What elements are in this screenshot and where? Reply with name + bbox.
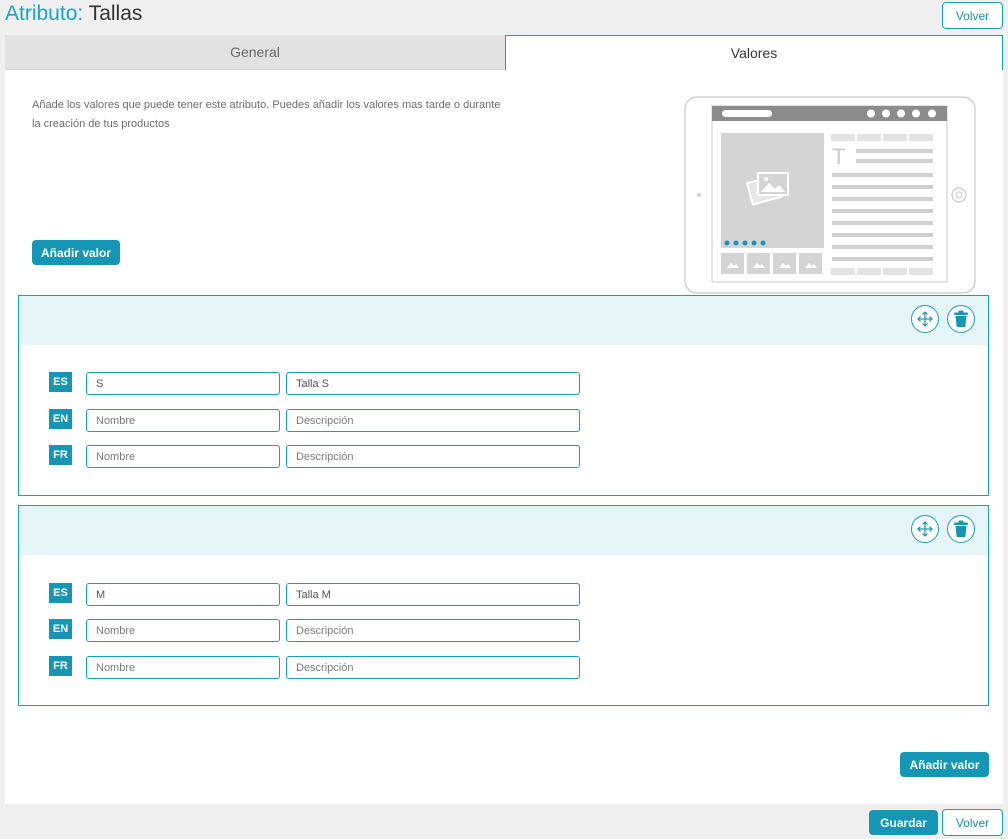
trash-icon[interactable] (947, 515, 975, 543)
intro-text: Añade los valores que puede tener este a… (32, 99, 501, 130)
add-value-button-top[interactable]: Añadir valor (32, 240, 120, 265)
language-badge-es: ES (49, 372, 72, 392)
move-icon[interactable] (911, 305, 939, 333)
value-card-header (19, 506, 988, 555)
value-card: ES S Talla S EN Nombre Descripción FR No… (18, 295, 989, 496)
value-description-input-es[interactable]: Talla S (286, 372, 580, 395)
value-description-input-es[interactable]: Talla M (286, 583, 580, 606)
move-icon[interactable] (911, 515, 939, 543)
page-title-name: Tallas (88, 2, 143, 25)
value-description-input-en[interactable]: Descripción (286, 619, 580, 642)
trash-icon[interactable] (947, 305, 975, 333)
language-badge-fr: FR (49, 445, 72, 465)
value-name-input-es[interactable]: M (86, 583, 280, 606)
page-title: Atributo: Tallas (5, 2, 142, 26)
save-button[interactable]: Guardar (869, 810, 938, 835)
language-badge-fr: FR (49, 656, 72, 676)
value-name-input-en[interactable]: Nombre (86, 409, 280, 432)
add-value-button-bottom[interactable]: Añadir valor (900, 752, 989, 777)
value-card-header (19, 296, 988, 345)
value-description-input-fr[interactable]: Descripción (286, 656, 580, 679)
header: Atributo: Tallas Volver (0, 0, 1008, 36)
tab-general[interactable]: General (5, 35, 505, 70)
value-name-input-es[interactable]: S (86, 372, 280, 395)
back-button-bottom[interactable]: Volver (942, 809, 1003, 836)
values-panel: Añade los valores que puede tener este a… (5, 70, 1003, 804)
value-description-input-en[interactable]: Descripción (286, 409, 580, 432)
tablet-illustration: T (684, 96, 976, 294)
value-name-input-fr[interactable]: Nombre (86, 445, 280, 468)
back-button-top[interactable]: Volver (942, 2, 1003, 29)
value-description-input-fr[interactable]: Descripción (286, 445, 580, 468)
page-title-prefix: Atributo: (5, 2, 84, 25)
tab-valores[interactable]: Valores (505, 35, 1003, 70)
language-badge-en: EN (49, 409, 72, 429)
value-name-input-fr[interactable]: Nombre (86, 656, 280, 679)
language-badge-en: EN (49, 619, 72, 639)
tab-bar: General Valores (5, 35, 1003, 70)
value-name-input-en[interactable]: Nombre (86, 619, 280, 642)
language-badge-es: ES (49, 583, 72, 603)
value-card: ES M Talla M EN Nombre Descripción FR No… (18, 505, 989, 706)
svg-text:T: T (832, 144, 845, 169)
